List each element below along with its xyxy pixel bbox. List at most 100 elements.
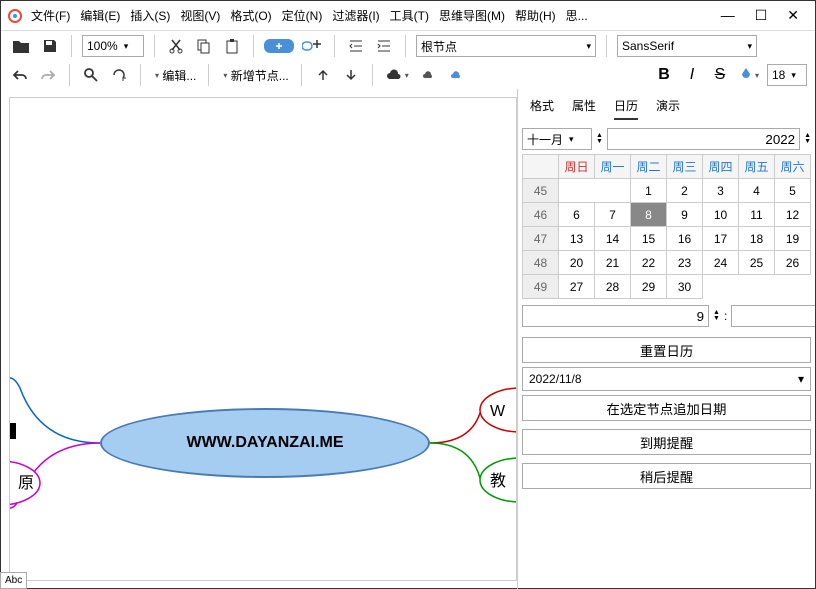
add-child-button[interactable] [264, 39, 294, 53]
menu-file[interactable]: 文件(F) [31, 7, 70, 24]
menu-format[interactable]: 格式(O) [230, 7, 271, 24]
edit-dropdown[interactable]: ▾ 编辑... [151, 64, 198, 86]
menu-help[interactable]: 帮助(H) [515, 7, 556, 24]
cal-day-cell[interactable]: 26 [775, 251, 811, 275]
undo-icon[interactable] [9, 64, 31, 86]
tab-present[interactable]: 演示 [656, 97, 680, 120]
cloud-icon[interactable]: ▾ [383, 64, 411, 86]
window-controls: — ☐ ✕ [711, 7, 809, 24]
year-input[interactable] [607, 128, 800, 150]
cal-day-cell[interactable]: 28 [595, 275, 631, 299]
add-node-dropdown[interactable]: ▾ 新增节点... [219, 64, 290, 86]
cal-day-cell[interactable]: 14 [595, 227, 631, 251]
hour-spinner[interactable]: ▲▼ [713, 310, 720, 322]
right-node-2: 教 [490, 472, 506, 490]
cal-day-sat: 周六 [775, 155, 811, 179]
cal-day-cell[interactable]: 7 [595, 203, 631, 227]
hour-input[interactable] [522, 305, 709, 327]
status-bar: Abc [0, 572, 27, 589]
add-date-button[interactable]: 在选定节点追加日期 [522, 395, 811, 421]
open-icon[interactable] [9, 35, 33, 57]
cloud-blue-icon[interactable] [445, 64, 467, 86]
minimize-button[interactable]: — [721, 7, 735, 24]
indent-icon[interactable] [373, 35, 395, 57]
reset-calendar-button[interactable]: 重置日历 [522, 337, 811, 363]
maximize-button[interactable]: ☐ [755, 7, 768, 24]
menu-filter[interactable]: 过滤器(I) [332, 7, 379, 24]
bold-button[interactable]: B [653, 64, 675, 86]
cal-day-cell[interactable]: 18 [739, 227, 775, 251]
italic-button[interactable]: I [681, 64, 703, 86]
cal-day-cell[interactable]: 2 [667, 179, 703, 203]
cal-day-cell[interactable]: 15 [631, 227, 667, 251]
cal-day-cell[interactable]: 8 [631, 203, 667, 227]
menu-more[interactable]: 思... [566, 7, 588, 24]
cal-day-thu: 周四 [703, 155, 739, 179]
tab-format[interactable]: 格式 [530, 97, 554, 120]
cal-day-cell[interactable]: 22 [631, 251, 667, 275]
titlebar: 文件(F) 编辑(E) 插入(S) 视图(V) 格式(O) 定位(N) 过滤器(… [1, 1, 815, 31]
cal-day-cell[interactable]: 21 [595, 251, 631, 275]
cal-day-cell[interactable]: 3 [703, 179, 739, 203]
cal-day-cell [595, 179, 631, 203]
strike-button[interactable]: S [709, 64, 731, 86]
refresh-icon[interactable] [108, 64, 130, 86]
add-sibling-button[interactable] [300, 35, 324, 57]
menu-mindmap[interactable]: 思维导图(M) [439, 7, 505, 24]
due-reminder-button[interactable]: 到期提醒 [522, 429, 811, 455]
move-down-icon[interactable] [340, 64, 362, 86]
font-size-combo[interactable]: 18▾ [767, 64, 807, 86]
cal-day-cell[interactable]: 30 [667, 275, 703, 299]
month-combo[interactable]: 十一月▾ [522, 128, 592, 150]
menu-edit[interactable]: 编辑(E) [80, 7, 120, 24]
menu-view[interactable]: 视图(V) [180, 7, 220, 24]
zoom-combo[interactable]: 100%▾ [82, 35, 144, 57]
save-icon[interactable] [39, 35, 61, 57]
cal-week-header [523, 155, 559, 179]
menu-insert[interactable]: 插入(S) [130, 7, 170, 24]
cal-day-cell[interactable]: 19 [775, 227, 811, 251]
cal-day-cell[interactable]: 11 [739, 203, 775, 227]
date-combo[interactable]: 2022/11/8▾ [522, 367, 811, 391]
year-spinner[interactable]: ▲▼ [804, 133, 811, 145]
cal-day-cell[interactable]: 5 [775, 179, 811, 203]
tab-calendar[interactable]: 日历 [614, 97, 638, 120]
cal-day-cell[interactable]: 23 [667, 251, 703, 275]
paste-icon[interactable] [221, 35, 243, 57]
menu-navigate[interactable]: 定位(N) [282, 7, 323, 24]
cal-day-cell[interactable]: 1 [631, 179, 667, 203]
redo-icon[interactable] [37, 64, 59, 86]
cal-day-fri: 周五 [739, 155, 775, 179]
menu-tools[interactable]: 工具(T) [390, 7, 429, 24]
cal-day-cell[interactable]: 25 [739, 251, 775, 275]
main-area: W 教 原 WWW.DAYANZAI.ME 格式 属性 日历 演示 十一月▾ ▲… [1, 89, 815, 589]
month-spinner[interactable]: ▲▼ [596, 133, 603, 145]
node-combo[interactable]: 根节点▾ [416, 35, 596, 57]
cal-day-cell[interactable]: 16 [667, 227, 703, 251]
cal-day-cell[interactable]: 29 [631, 275, 667, 299]
center-node[interactable]: WWW.DAYANZAI.ME [100, 408, 430, 478]
cal-day-cell[interactable]: 12 [775, 203, 811, 227]
mindmap-canvas[interactable]: W 教 原 WWW.DAYANZAI.ME [9, 97, 517, 581]
move-up-icon[interactable] [312, 64, 334, 86]
close-button[interactable]: ✕ [787, 7, 799, 24]
cal-day-cell[interactable]: 9 [667, 203, 703, 227]
font-combo[interactable]: SansSerif▾ [617, 35, 757, 57]
cal-day-cell[interactable]: 10 [703, 203, 739, 227]
cal-day-cell[interactable]: 17 [703, 227, 739, 251]
copy-icon[interactable] [193, 35, 215, 57]
cal-day-cell[interactable]: 4 [739, 179, 775, 203]
cal-day-cell[interactable]: 6 [559, 203, 595, 227]
color-drop-icon[interactable]: ▾ [737, 64, 761, 86]
cal-day-cell[interactable]: 27 [559, 275, 595, 299]
outdent-icon[interactable] [345, 35, 367, 57]
cloud-small-icon[interactable] [417, 64, 439, 86]
minute-input[interactable] [731, 305, 815, 327]
cut-icon[interactable] [165, 35, 187, 57]
search-icon[interactable] [80, 64, 102, 86]
cal-day-cell[interactable]: 13 [559, 227, 595, 251]
later-reminder-button[interactable]: 稍后提醒 [522, 463, 811, 489]
cal-day-cell[interactable]: 20 [559, 251, 595, 275]
cal-day-cell[interactable]: 24 [703, 251, 739, 275]
tab-props[interactable]: 属性 [572, 97, 596, 120]
